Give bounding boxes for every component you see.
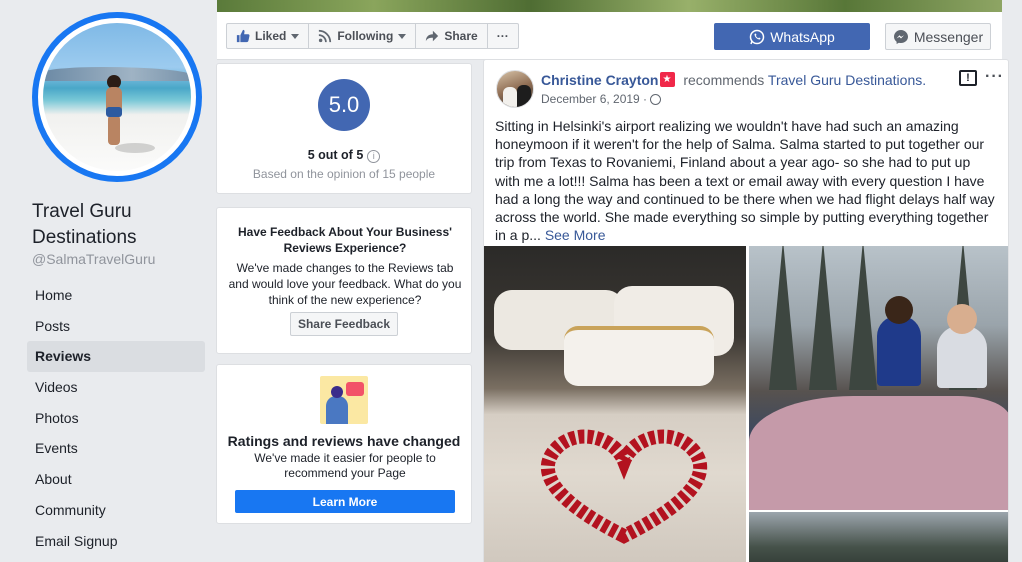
liked-label: Liked	[255, 29, 287, 43]
feedback-body: We've made changes to the Reviews tab an…	[228, 261, 462, 307]
profile-picture[interactable]	[38, 18, 196, 176]
rating-out-of: 5 out of 5i	[217, 148, 471, 163]
post-timestamp[interactable]: December 6, 2019 ·	[541, 92, 662, 106]
sidebar-item-photos[interactable]: Photos	[27, 403, 205, 434]
globe-icon	[650, 93, 662, 105]
cover-photo[interactable]	[217, 0, 1002, 12]
messenger-label: Messenger	[913, 28, 984, 45]
more-icon: ···	[496, 29, 509, 43]
whatsapp-button[interactable]: WhatsApp	[714, 23, 870, 50]
sidebar-item-email-signup[interactable]: Email Signup	[27, 526, 205, 557]
share-arrow-icon	[426, 30, 439, 42]
share-button[interactable]: Share	[415, 23, 488, 49]
feedback-title: Have Feedback About Your Business' Revie…	[237, 225, 453, 255]
following-label: Following	[337, 29, 394, 43]
info-icon[interactable]: i	[367, 150, 381, 163]
messenger-button[interactable]: Messenger	[885, 23, 991, 50]
rating-score: 5.0	[318, 79, 370, 131]
sidebar-item-events[interactable]: Events	[27, 433, 205, 464]
whatsapp-label: WhatsApp	[770, 28, 835, 45]
thumbs-up-icon	[236, 29, 250, 43]
liked-button[interactable]: Liked	[226, 23, 310, 49]
feedback-card: Have Feedback About Your Business' Revie…	[216, 207, 472, 354]
chevron-down-icon	[398, 33, 407, 39]
see-more-link[interactable]: See More	[545, 227, 606, 243]
recommendation-post: Christine Crayton recommends Travel Guru…	[483, 59, 1009, 562]
share-label: Share	[444, 29, 478, 43]
page-actions: Liked Following Share ···	[226, 23, 519, 49]
ratings-changed-title: Ratings and reviews have changed	[227, 433, 461, 449]
rating-out-of-text: 5 out of 5	[307, 148, 364, 162]
post-verb: recommends	[683, 72, 765, 88]
sidebar-item-home[interactable]: Home	[27, 280, 205, 311]
following-button[interactable]: Following	[308, 23, 417, 49]
sidebar-item-posts[interactable]: Posts	[27, 311, 205, 342]
rose-heart-shape	[541, 429, 707, 544]
post-more-icon[interactable]: ···	[985, 68, 1004, 86]
share-feedback-button[interactable]: Share Feedback	[290, 312, 398, 336]
reviews-illustration	[320, 376, 368, 424]
rss-icon	[319, 29, 332, 43]
sidebar-nav: Home Posts Reviews Videos Photos Events …	[27, 280, 205, 556]
page-handle[interactable]: @SalmaTravelGuru	[32, 251, 155, 267]
post-photo-sleigh[interactable]	[749, 246, 1008, 510]
chevron-down-icon	[291, 33, 300, 39]
rating-basis: Based on the opinion of 15 people	[252, 167, 436, 181]
post-photo-bed[interactable]	[484, 246, 746, 562]
rating-summary-card: 5.0 5 out of 5i Based on the opinion of …	[216, 63, 472, 194]
page-action-bar: Liked Following Share ··· WhatsApp Messe…	[217, 12, 1002, 60]
post-author-link[interactable]: Christine Crayton	[541, 72, 658, 88]
sidebar-item-community[interactable]: Community	[27, 495, 205, 526]
post-body: Sitting in Helsinki's airport realizing …	[495, 117, 995, 244]
sidebar-item-videos[interactable]: Videos	[27, 372, 205, 403]
post-header: Christine Crayton recommends Travel Guru…	[541, 72, 926, 88]
learn-more-button[interactable]: Learn More	[235, 490, 455, 513]
post-photo-forest[interactable]	[749, 512, 1008, 562]
person-figure	[101, 75, 127, 145]
author-avatar[interactable]	[496, 70, 534, 108]
sidebar-item-about[interactable]: About	[27, 464, 205, 495]
sidebar-item-reviews[interactable]: Reviews	[27, 341, 205, 373]
messenger-icon	[893, 29, 908, 44]
ratings-changed-body: We've made it easier for people to recom…	[254, 451, 436, 480]
ratings-changed-card: Ratings and reviews have changed We've m…	[216, 364, 472, 524]
whatsapp-icon	[749, 29, 765, 44]
post-date-text: December 6, 2019 ·	[541, 92, 648, 106]
post-page-link[interactable]: Travel Guru Destinations.	[768, 72, 926, 88]
post-text: Sitting in Helsinki's airport realizing …	[495, 118, 995, 244]
page-name: Travel Guru Destinations	[32, 201, 137, 248]
recommend-badge-icon	[660, 72, 676, 87]
report-icon[interactable]: !	[959, 70, 977, 86]
more-options-button[interactable]: ···	[486, 23, 519, 49]
